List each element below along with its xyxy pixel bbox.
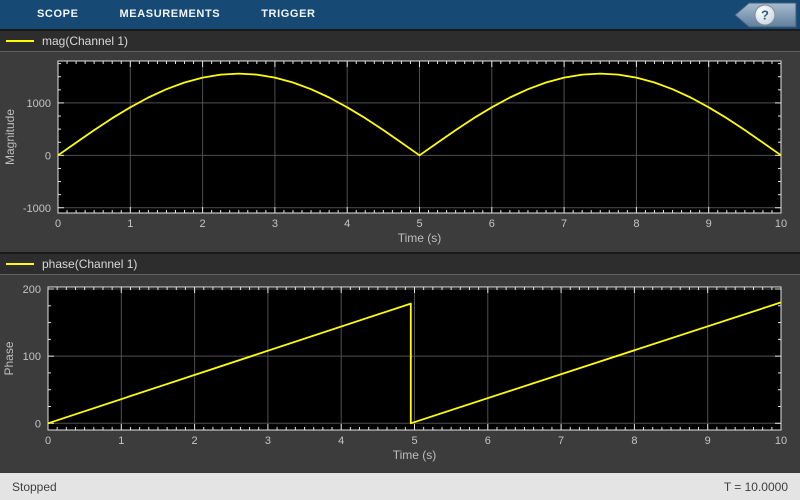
magnitude-plot[interactable]: 0 1 2 3 4 5 6 7 8 9 10 -1000 0 1000 Time (s) Magnitude [0, 52, 800, 252]
y-tick-label: 0 [45, 150, 51, 162]
x-tick-label: 2 [192, 435, 198, 447]
help-chevron: ? [734, 2, 797, 27]
x-tick-label: 9 [705, 435, 711, 447]
y-axis-label: Phase [2, 341, 16, 375]
phase-plot-panel: 0 1 2 3 4 5 6 7 8 9 10 0 100 200 Time (s) Phase [0, 275, 800, 473]
magnitude-plot-panel: 0 1 2 3 4 5 6 7 8 9 10 -1000 0 1000 Time (s) Magnitude [0, 52, 800, 252]
legend-mag[interactable]: mag(Channel 1) [0, 29, 800, 52]
x-tick-label: 3 [265, 435, 271, 447]
x-tick-label: 8 [633, 218, 639, 230]
x-tick-label: 8 [631, 435, 637, 447]
x-tick-label: 4 [344, 218, 350, 230]
x-tick-label: 1 [118, 435, 124, 447]
x-tick-label: 7 [561, 218, 567, 230]
x-axis-label: Time (s) [393, 448, 437, 462]
phase-legend-line-sample [6, 263, 34, 265]
y-axis-label: Magnitude [3, 109, 17, 165]
x-tick-label: 5 [411, 435, 417, 447]
x-tick-label: 2 [200, 218, 206, 230]
status-text: Stopped [12, 479, 57, 494]
x-tick-label: 7 [558, 435, 564, 447]
x-tick-label: 0 [45, 435, 51, 447]
toolbar-right-group: ? [733, 2, 797, 28]
x-axis-label: Time (s) [398, 231, 442, 245]
x-tick-label: 5 [416, 218, 422, 230]
y-tick-label: -1000 [23, 203, 51, 215]
x-tick-label: 1 [127, 218, 133, 230]
y-tick-label: 200 [23, 284, 41, 296]
tab-scope[interactable]: SCOPE [37, 0, 79, 29]
y-tick-label: 0 [35, 418, 41, 430]
x-tick-label: 6 [489, 218, 495, 230]
simulation-time: T = 10.0000 [723, 479, 788, 494]
y-tick-label: 100 [23, 351, 41, 363]
toolstrip: SCOPE MEASUREMENTS TRIGGER ? [0, 0, 800, 29]
phase-plot[interactable]: 0 1 2 3 4 5 6 7 8 9 100100200Time (s)Phase [0, 275, 800, 473]
question-mark-icon: ? [761, 7, 769, 22]
phase-legend-label: phase(Channel 1) [42, 257, 138, 271]
legend-phase[interactable]: phase(Channel 1) [0, 252, 800, 275]
mag-legend-label: mag(Channel 1) [42, 34, 129, 48]
mag-legend-line-sample [6, 40, 34, 42]
x-tick-label: 6 [485, 435, 491, 447]
tab-trigger[interactable]: TRIGGER [261, 0, 315, 29]
help-button[interactable]: ? [754, 4, 776, 25]
x-tick-label: 4 [338, 435, 344, 447]
status-bar: Stopped T = 10.0000 [0, 473, 800, 500]
x-tick-label: 3 [272, 218, 278, 230]
x-tick-label: 10 [775, 218, 787, 230]
toolstrip-tabs: SCOPE MEASUREMENTS TRIGGER [0, 0, 316, 29]
x-tick-label: 9 [706, 218, 712, 230]
x-tick-label: 10 [775, 435, 787, 447]
y-tick-label: 1000 [27, 98, 51, 110]
x-tick-label: 0 [55, 218, 61, 230]
tab-measurements[interactable]: MEASUREMENTS [120, 0, 221, 29]
